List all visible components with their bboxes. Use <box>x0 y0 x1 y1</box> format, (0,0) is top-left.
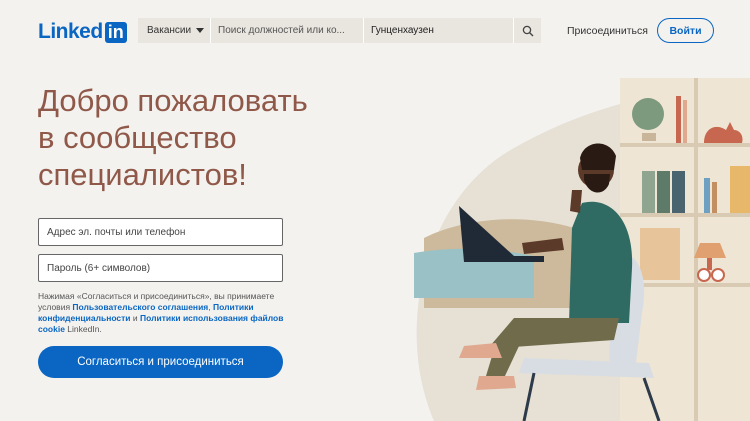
terms-part: LinkedIn. <box>64 324 102 334</box>
email-field[interactable]: Адрес эл. почты или телефон <box>38 218 283 246</box>
location-input[interactable]: Гунценхаузен <box>364 18 514 43</box>
search-icon <box>522 25 533 36</box>
job-search-bar: Вакансии Поиск должностей или ко... Гунц… <box>138 18 541 43</box>
user-agreement-link[interactable]: Пользовательского соглашения <box>72 302 208 312</box>
title-line: Добро пожаловать <box>38 83 308 118</box>
terms-text: Нажимая «Согласиться и присоединиться», … <box>38 291 293 335</box>
search-button[interactable] <box>514 18 541 43</box>
password-placeholder: Пароль (6+ символов) <box>47 262 151 274</box>
linkedin-logo[interactable]: Linked in <box>38 20 127 44</box>
search-input[interactable]: Поиск должностей или ко... <box>211 18 364 43</box>
terms-part: и <box>130 313 141 323</box>
hero-illustration <box>414 78 750 421</box>
search-category-dropdown[interactable]: Вакансии <box>138 18 211 43</box>
caret-down-icon <box>196 28 205 33</box>
password-field[interactable]: Пароль (6+ символов) <box>38 254 283 282</box>
globe-icon <box>632 98 664 130</box>
title-line: в сообщество <box>38 120 237 155</box>
join-link[interactable]: Присоединиться <box>567 25 648 37</box>
location-value: Гунценхаузен <box>371 25 434 36</box>
email-placeholder: Адрес эл. почты или телефон <box>47 226 186 238</box>
search-placeholder: Поиск должностей или ко... <box>218 25 345 36</box>
signin-button[interactable]: Войти <box>657 18 714 43</box>
page-title: Добро пожаловать в сообщество специалист… <box>38 82 368 193</box>
title-line: специалистов! <box>38 157 247 192</box>
agree-and-join-button[interactable]: Согласиться и присоединиться <box>38 346 283 378</box>
search-category-label: Вакансии <box>147 25 192 36</box>
top-nav: Linked in Вакансии Поиск должностей или … <box>0 0 750 62</box>
logo-box: in <box>104 21 127 43</box>
logo-text: Linked <box>38 20 103 43</box>
